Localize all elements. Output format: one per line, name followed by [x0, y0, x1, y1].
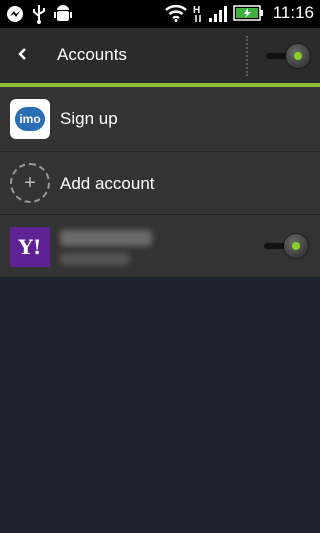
chevron-left-icon [17, 47, 27, 66]
svg-text:H: H [193, 5, 200, 16]
add-account-label: Add account [60, 174, 155, 193]
toggle-on-indicator [294, 52, 302, 60]
accounts-toggle[interactable] [266, 44, 310, 68]
clock: 11:16 [272, 3, 314, 22]
android-debug-icon [54, 4, 72, 24]
list-item-add-account[interactable]: + Add account [0, 152, 320, 215]
yahoo-icon: Y! [10, 227, 50, 267]
usb-icon [31, 4, 47, 24]
toggle-on-indicator [292, 242, 300, 250]
blurred-account-name [60, 230, 152, 246]
signal-icon [208, 4, 227, 22]
add-icon: + [10, 163, 50, 203]
accounts-list: imo Sign up + Add account Y! [0, 87, 320, 278]
yahoo-account-toggle[interactable] [264, 234, 308, 258]
h-data-icon: H [193, 3, 203, 23]
battery-charging-icon [232, 5, 263, 21]
blurred-account-id [60, 253, 130, 265]
list-item-yahoo-account[interactable]: Y! [0, 215, 320, 278]
page-title: Accounts [57, 45, 127, 64]
status-bar: H 11:16 [0, 0, 320, 28]
imo-icon: imo [10, 99, 50, 139]
action-bar: Accounts [0, 28, 320, 83]
messenger-icon [6, 5, 24, 23]
sign-up-label: Sign up [60, 109, 118, 128]
back-button[interactable] [8, 42, 36, 70]
wifi-icon [164, 4, 187, 22]
list-item-sign-up[interactable]: imo Sign up [0, 87, 320, 152]
divider [246, 36, 248, 76]
